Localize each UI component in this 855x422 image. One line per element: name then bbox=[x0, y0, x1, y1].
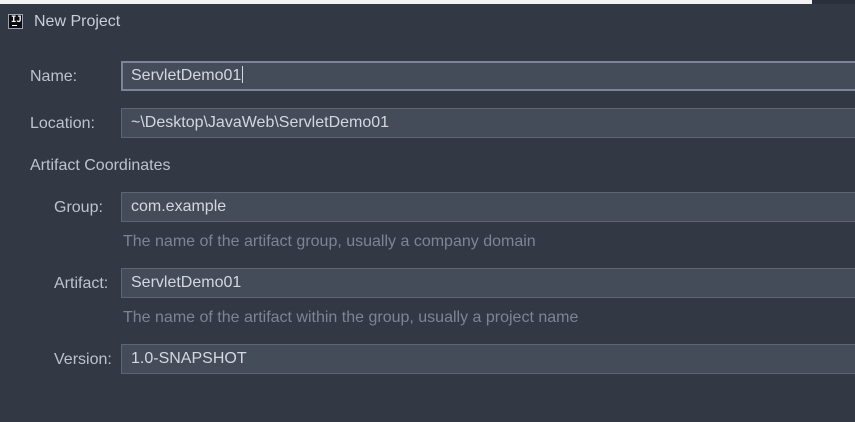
location-field[interactable]: ~\Desktop\JavaWeb\ServletDemo01 bbox=[121, 108, 855, 138]
location-field-value: ~\Desktop\JavaWeb\ServletDemo01 bbox=[131, 114, 390, 131]
location-label: Location: bbox=[30, 115, 95, 132]
artifact-hint: The name of the artifact within the grou… bbox=[123, 309, 579, 326]
name-field-value: ServletDemo01 bbox=[131, 67, 242, 84]
artifact-field[interactable]: ServletDemo01 bbox=[121, 268, 855, 298]
intellij-idea-icon: IJ bbox=[8, 14, 23, 29]
name-label: Name: bbox=[30, 68, 78, 85]
version-label: Version: bbox=[54, 351, 112, 368]
group-label: Group: bbox=[54, 199, 103, 216]
title-bar: IJ New Project bbox=[0, 4, 855, 38]
artifact-coordinates-heading: Artifact Coordinates bbox=[30, 157, 171, 174]
text-caret bbox=[242, 66, 244, 83]
group-hint: The name of the artifact group, usually … bbox=[123, 233, 536, 250]
version-field-value: 1.0-SNAPSHOT bbox=[131, 350, 247, 367]
version-field[interactable]: 1.0-SNAPSHOT bbox=[121, 344, 855, 374]
artifact-label: Artifact: bbox=[54, 275, 109, 292]
group-field[interactable]: com.example bbox=[121, 192, 855, 222]
artifact-field-value: ServletDemo01 bbox=[131, 274, 242, 291]
name-field[interactable]: ServletDemo01 bbox=[121, 61, 855, 91]
window-title: New Project bbox=[34, 13, 121, 30]
group-field-value: com.example bbox=[131, 198, 227, 215]
